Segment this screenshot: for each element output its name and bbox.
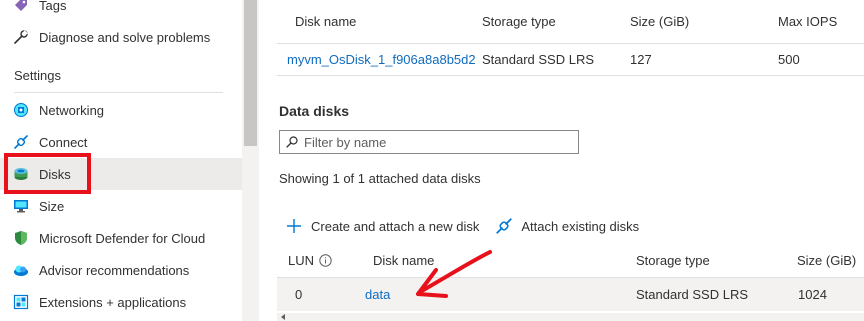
attach-existing-disks-label: Attach existing disks — [521, 218, 640, 234]
nav-item-label: Networking — [39, 102, 105, 118]
data-disks-toolbar: Create and attach a new disk Attach exis… — [285, 214, 655, 238]
os-disk-size: 127 — [630, 52, 652, 67]
create-attach-disk-button[interactable]: Create and attach a new disk — [285, 217, 479, 235]
filter-box[interactable] — [279, 130, 579, 154]
disks-icon — [13, 166, 29, 182]
monitor-size-icon — [13, 198, 29, 214]
create-attach-disk-label: Create and attach a new disk — [311, 218, 480, 234]
nav-scrollbar[interactable] — [242, 0, 259, 321]
os-disk-max-iops: 500 — [778, 52, 800, 67]
nav-item-diagnose[interactable]: Diagnose and solve problems — [0, 21, 242, 53]
data-disk-name-link[interactable]: data — [365, 278, 390, 311]
shield-icon — [13, 230, 29, 246]
extensions-icon — [13, 294, 29, 310]
tag-icon — [13, 0, 29, 13]
nav-item-connect[interactable]: Connect — [0, 126, 242, 158]
nav-item-networking[interactable]: Networking — [0, 94, 242, 126]
column-header-storage-type[interactable]: Storage type — [636, 244, 710, 277]
disks-blade: Disk name Storage type Size (GiB) Max IO… — [259, 0, 864, 321]
nav-section-settings: Settings — [14, 68, 61, 83]
nav-item-label: Advisor recommendations — [39, 262, 190, 278]
nav-item-size[interactable]: Size — [0, 190, 242, 222]
data-disks-title: Data disks — [279, 103, 350, 119]
os-disk-row: myvm_OsDisk_1_f906a8a8b5d2 Standard SSD … — [277, 44, 864, 76]
showing-count-text: Showing 1 of 1 attached data disks — [279, 171, 481, 186]
table-horizontal-scrollbar[interactable] — [277, 313, 864, 321]
data-disks-table-header: LUN Disk name Storage type Size (GiB) — [277, 244, 864, 278]
column-header-size[interactable]: Size (GiB) — [797, 244, 856, 277]
nav-scrollbar-thumb[interactable] — [244, 0, 257, 146]
data-disk-size: 1024 — [798, 287, 827, 302]
search-icon — [286, 136, 298, 148]
nav-item-label: Microsoft Defender for Cloud — [39, 230, 206, 246]
column-header-max-iops[interactable]: Max IOPS — [778, 0, 837, 43]
attach-existing-disks-button[interactable]: Attach existing disks — [495, 217, 639, 235]
table-row[interactable]: 0 data Standard SSD LRS 1024 — [277, 278, 864, 311]
resource-menu: Tags Diagnose and solve problems Setting… — [0, 0, 242, 321]
nav-item-label: Extensions + applications — [39, 294, 187, 310]
nav-item-label: Diagnose and solve problems — [39, 29, 211, 45]
filter-input[interactable] — [304, 134, 574, 150]
attach-plug-icon — [495, 217, 513, 235]
connect-plug-icon — [13, 134, 29, 150]
nav-item-label: Disks — [39, 166, 71, 182]
column-header-storage-type[interactable]: Storage type — [482, 0, 556, 43]
column-header-lun[interactable]: LUN — [288, 244, 332, 277]
plus-icon — [285, 217, 303, 235]
networking-icon — [13, 102, 29, 118]
cloud-advisor-icon — [13, 262, 29, 278]
nav-item-advisor[interactable]: Advisor recommendations — [0, 254, 242, 286]
nav-item-label: Tags — [39, 0, 67, 13]
scroll-left-arrow-icon[interactable] — [281, 314, 285, 320]
data-disk-lun: 0 — [295, 287, 303, 302]
nav-item-extensions[interactable]: Extensions + applications — [0, 286, 242, 318]
nav-item-tags[interactable]: Tags — [0, 0, 242, 21]
nav-item-label: Size — [39, 198, 65, 214]
column-header-disk-name[interactable]: Disk name — [295, 0, 356, 43]
info-icon[interactable] — [319, 254, 332, 267]
nav-divider — [14, 92, 223, 93]
column-header-disk-name[interactable]: Disk name — [373, 244, 434, 277]
nav-item-label: Connect — [39, 134, 88, 150]
os-disk-table-header: Disk name Storage type Size (GiB) Max IO… — [277, 0, 864, 44]
column-header-size[interactable]: Size (GiB) — [630, 0, 689, 43]
nav-item-defender[interactable]: Microsoft Defender for Cloud — [0, 222, 242, 254]
nav-item-disks[interactable]: Disks — [0, 158, 242, 190]
os-disk-storage-type: Standard SSD LRS — [482, 52, 595, 67]
wrench-icon — [13, 29, 29, 45]
os-disk-name-link[interactable]: myvm_OsDisk_1_f906a8a8b5d2 — [287, 44, 476, 75]
column-header-lun-label: LUN — [288, 253, 315, 268]
data-disk-storage-type: Standard SSD LRS — [636, 287, 749, 302]
